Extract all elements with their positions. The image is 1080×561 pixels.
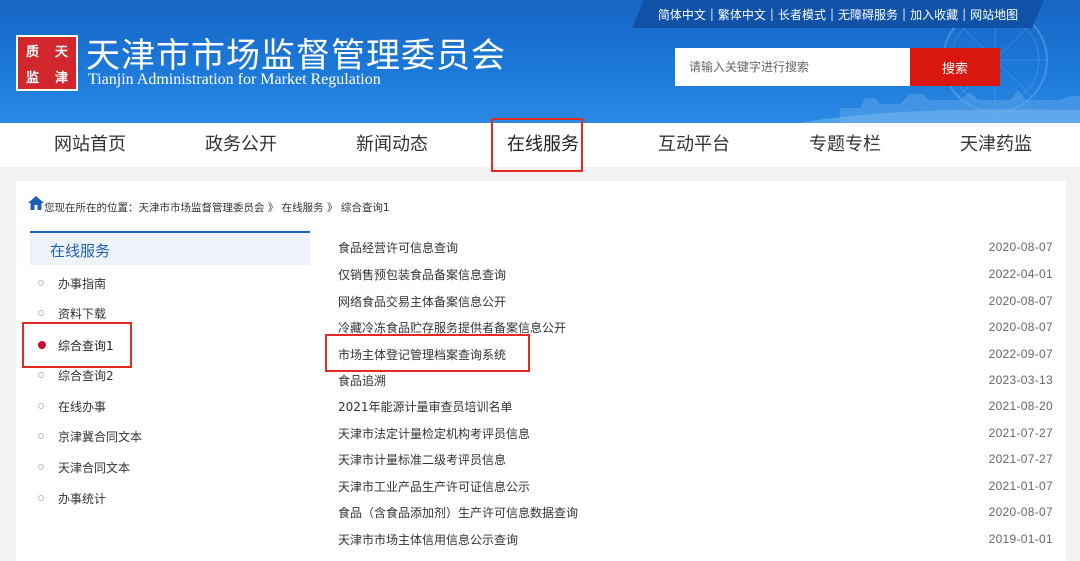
list-item-title[interactable]: 天津市工业产品生产许可证信息公示 bbox=[338, 478, 530, 495]
breadcrumb: 您现在所在的位置：天津市市场监督管理委员会 》 在线服务 》 综合查询1 bbox=[44, 202, 390, 214]
list-item-title[interactable]: 市场主体登记管理档案查询系统 bbox=[338, 346, 506, 363]
sidebar-item-label: 办事统计 bbox=[58, 491, 107, 506]
list-item[interactable]: 天津市工业产品生产许可证信息公示 2021-01-07 bbox=[338, 475, 1053, 497]
sidebar-item-query-1[interactable]: 综合查询1 bbox=[38, 335, 114, 355]
top-link-simplified[interactable]: 简体中文 bbox=[658, 6, 706, 23]
list-item[interactable]: 网络食品交易主体备案信息公开 2020-08-07 bbox=[338, 290, 1053, 312]
bullet-icon bbox=[38, 372, 44, 378]
seal-glyph: 监 bbox=[25, 70, 39, 86]
list-item-date: 2021-01-07 bbox=[988, 479, 1053, 493]
bullet-icon bbox=[38, 464, 44, 470]
list-item[interactable]: 市场主体登记管理档案查询系统 2022-09-07 bbox=[338, 343, 1053, 365]
sidebar-item-query-2[interactable]: 综合查询2 bbox=[38, 365, 114, 385]
search-button[interactable]: 搜索 bbox=[910, 48, 1000, 86]
nav-home[interactable]: 网站首页 bbox=[40, 123, 140, 167]
search-input[interactable] bbox=[675, 48, 910, 86]
list-item-date: 2022-04-01 bbox=[988, 267, 1053, 281]
sidebar-item-jjj-contracts[interactable]: 京津冀合同文本 bbox=[38, 426, 142, 446]
list-item-date: 2023-03-13 bbox=[988, 373, 1053, 387]
list-item-title[interactable]: 天津市法定计量检定机构考评员信息 bbox=[338, 425, 530, 442]
list-item[interactable]: 天津市法定计量检定机构考评员信息 2021-07-27 bbox=[338, 422, 1053, 444]
bullet-icon bbox=[38, 310, 44, 316]
list-item-date: 2021-07-27 bbox=[988, 452, 1053, 466]
list-item-date: 2021-07-27 bbox=[988, 426, 1053, 440]
seal-glyph: 津 bbox=[54, 70, 68, 86]
active-bullet-icon bbox=[38, 341, 46, 349]
list-item-title[interactable]: 天津市市场主体信用信息公示查询 bbox=[338, 531, 518, 548]
top-link-bookmark[interactable]: 加入收藏 bbox=[910, 6, 958, 23]
list-item[interactable]: 食品（含食品添加剂）生产许可信息数据查询 2020-08-07 bbox=[338, 501, 1053, 523]
sidebar-item-guide[interactable]: 办事指南 bbox=[38, 273, 106, 293]
sidebar-title: 在线服务 bbox=[50, 242, 111, 260]
top-link-elder-mode[interactable]: 长者模式 bbox=[778, 6, 826, 23]
top-link-traditional[interactable]: 繁体中文 bbox=[718, 6, 766, 23]
list-item-date: 2020-08-07 bbox=[988, 294, 1053, 308]
list-item-date: 2022-09-07 bbox=[988, 347, 1053, 361]
seal-glyph: 天 bbox=[54, 44, 68, 60]
nav-government-affairs[interactable]: 政务公开 bbox=[191, 123, 291, 167]
separator: | bbox=[829, 7, 835, 21]
main-nav: 网站首页 政务公开 新闻动态 在线服务 互动平台 专题专栏 天津药监 bbox=[0, 123, 1080, 167]
top-utility-links: 简体中文 | 繁体中文 | 长者模式 | 无障碍服务 | 加入收藏 | 网站地图 bbox=[632, 0, 1044, 28]
list-item-title[interactable]: 仅销售预包装食品备案信息查询 bbox=[338, 266, 506, 283]
site-subtitle: Tianjin Administration for Market Regula… bbox=[88, 71, 381, 88]
list-item-date: 2021-08-20 bbox=[988, 399, 1053, 413]
list-item[interactable]: 天津市计量标准二级考评员信息 2021-07-27 bbox=[338, 448, 1053, 470]
list-item-title[interactable]: 食品（含食品添加剂）生产许可信息数据查询 bbox=[338, 504, 578, 521]
list-item-title[interactable]: 网络食品交易主体备案信息公开 bbox=[338, 293, 506, 310]
logo-seal[interactable]: 质 天 监 津 bbox=[16, 35, 78, 91]
sidebar-item-statistics[interactable]: 办事统计 bbox=[38, 488, 106, 508]
nav-interaction[interactable]: 互动平台 bbox=[644, 123, 744, 167]
sidebar-item-label: 综合查询1 bbox=[58, 338, 114, 353]
list-item[interactable]: 仅销售预包装食品备案信息查询 2022-04-01 bbox=[338, 263, 1053, 285]
separator: | bbox=[709, 7, 714, 21]
list-item[interactable]: 天津市市场主体信用信息公示查询 2019-01-01 bbox=[338, 528, 1053, 550]
list-item-date: 2020-08-07 bbox=[988, 240, 1053, 254]
header-banner: 简体中文 | 繁体中文 | 长者模式 | 无障碍服务 | 加入收藏 | 网站地图 质 天 … bbox=[0, 0, 1080, 123]
sidebar-item-online-affairs[interactable]: 在线办事 bbox=[38, 396, 106, 416]
bullet-icon bbox=[38, 495, 44, 501]
sidebar-item-tianjin-contracts[interactable]: 天津合同文本 bbox=[38, 457, 130, 477]
sidebar-item-label: 资料下载 bbox=[58, 306, 107, 321]
seal-glyph: 质 bbox=[25, 44, 39, 60]
nav-special-topics[interactable]: 专题专栏 bbox=[795, 123, 895, 167]
sidebar-item-label: 京津冀合同文本 bbox=[58, 429, 143, 444]
top-link-accessibility[interactable]: 无障碍服务 bbox=[838, 6, 898, 23]
sidebar-item-label: 在线办事 bbox=[58, 399, 107, 414]
bullet-icon bbox=[38, 433, 44, 439]
list-item-date: 2020-08-07 bbox=[988, 320, 1053, 334]
nav-online-services[interactable]: 在线服务 bbox=[493, 123, 593, 167]
sidebar-item-label: 天津合同文本 bbox=[58, 460, 131, 475]
sidebar-item-label: 综合查询2 bbox=[58, 368, 114, 383]
list-item[interactable]: 食品追溯 2023-03-13 bbox=[338, 369, 1053, 391]
list-item-title[interactable]: 食品经营许可信息查询 bbox=[338, 239, 458, 256]
list-item-title[interactable]: 冷藏冷冻食品贮存服务提供者备案信息公开 bbox=[338, 319, 566, 336]
list-item[interactable]: 食品经营许可信息查询 2020-08-07 bbox=[338, 236, 1053, 258]
list-item-title[interactable]: 食品追溯 bbox=[338, 372, 386, 389]
site-title: 天津市市场监督管理委员会 bbox=[86, 36, 506, 76]
nav-tianjin-drug[interactable]: 天津药监 bbox=[946, 123, 1046, 167]
list-item[interactable]: 冷藏冷冻食品贮存服务提供者备案信息公开 2020-08-07 bbox=[338, 316, 1053, 338]
home-icon[interactable] bbox=[28, 196, 44, 210]
list-item-title[interactable]: 2021年能源计量审查员培训名单 bbox=[338, 398, 513, 415]
bullet-icon bbox=[38, 403, 44, 409]
bullet-icon bbox=[38, 280, 44, 286]
separator: | bbox=[902, 7, 907, 21]
list-item-date: 2020-08-07 bbox=[988, 505, 1053, 519]
sidebar-item-downloads[interactable]: 资料下载 bbox=[38, 303, 106, 323]
list-item-title[interactable]: 天津市计量标准二级考评员信息 bbox=[338, 451, 506, 468]
nav-news[interactable]: 新闻动态 bbox=[342, 123, 442, 167]
separator: | bbox=[962, 7, 967, 21]
top-link-sitemap[interactable]: 网站地图 bbox=[970, 6, 1018, 23]
separator: | bbox=[769, 7, 774, 21]
list-item[interactable]: 2021年能源计量审查员培训名单 2021-08-20 bbox=[338, 395, 1053, 417]
sidebar-item-label: 办事指南 bbox=[58, 276, 107, 291]
